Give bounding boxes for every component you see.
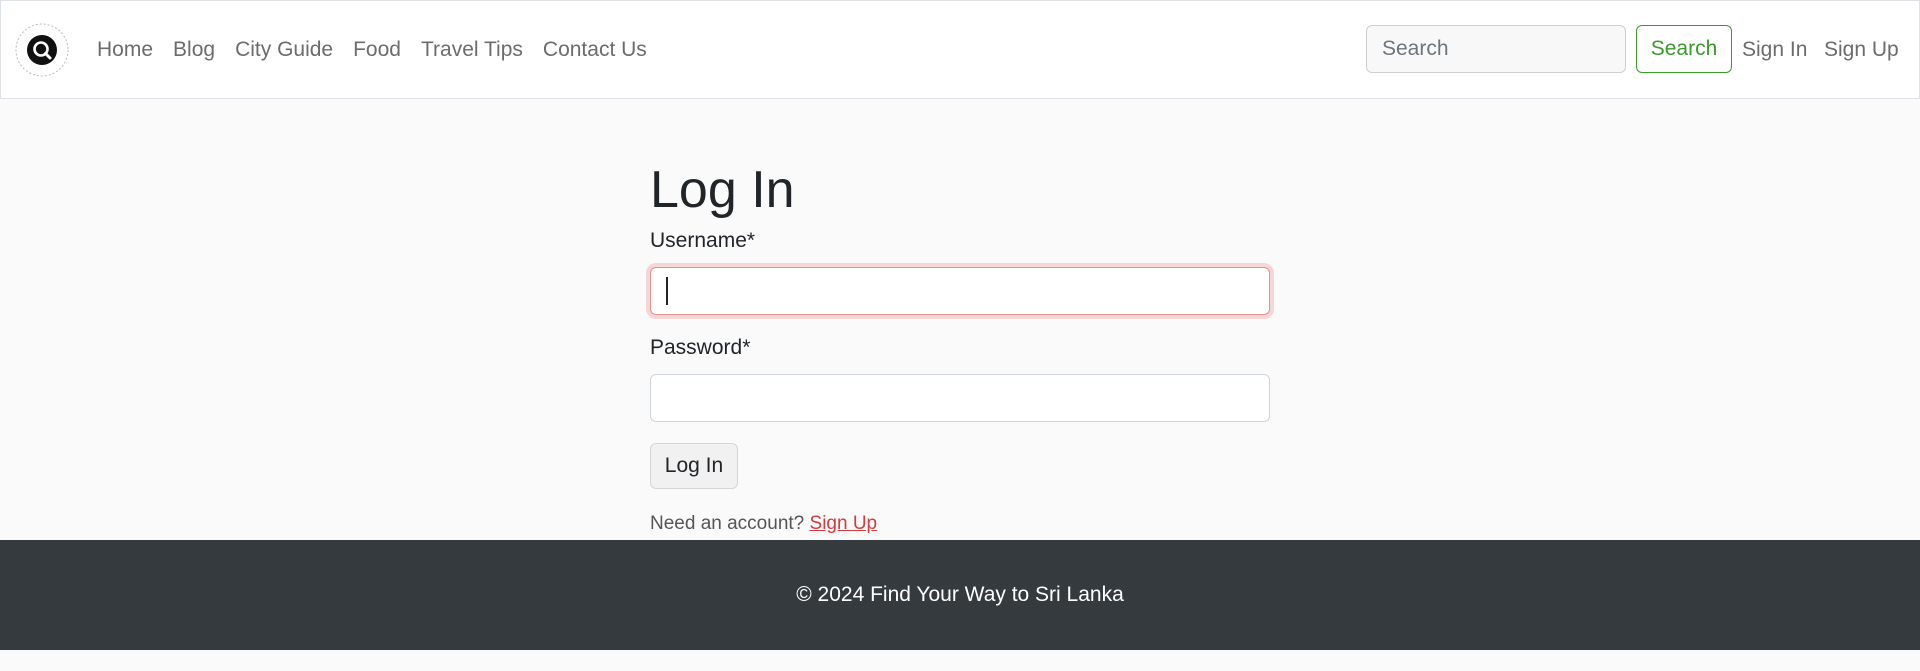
nav-link-contact-us[interactable]: Contact Us bbox=[533, 1, 657, 98]
text-cursor bbox=[666, 277, 668, 305]
footer-copyright: © 2024 Find Your Way to Sri Lanka bbox=[796, 583, 1124, 606]
account-prompt: Need an account? Sign Up bbox=[650, 513, 877, 535]
nav-link-food[interactable]: Food bbox=[343, 1, 411, 98]
username-field[interactable] bbox=[650, 267, 1270, 315]
site-logo[interactable] bbox=[15, 23, 69, 77]
primary-nav: Home Blog City Guide Food Travel Tips Co… bbox=[87, 1, 657, 98]
password-field[interactable] bbox=[650, 374, 1270, 422]
username-label: Username* bbox=[650, 229, 756, 252]
nav-link-blog[interactable]: Blog bbox=[163, 1, 225, 98]
account-prompt-text: Need an account? bbox=[650, 513, 805, 534]
footer: © 2024 Find Your Way to Sri Lanka bbox=[0, 540, 1920, 650]
sign-in-link[interactable]: Sign In bbox=[1742, 1, 1807, 98]
find-your-way-logo-icon bbox=[15, 23, 69, 77]
nav-link-home[interactable]: Home bbox=[87, 1, 163, 98]
password-label: Password* bbox=[650, 336, 751, 359]
search-input[interactable] bbox=[1366, 25, 1626, 73]
page-title: Log In bbox=[650, 161, 795, 219]
nav-link-city-guide[interactable]: City Guide bbox=[225, 1, 343, 98]
top-navbar: Home Blog City Guide Food Travel Tips Co… bbox=[0, 0, 1920, 99]
username-field-wrapper bbox=[650, 267, 1270, 315]
log-in-button[interactable]: Log In bbox=[650, 443, 738, 489]
sign-up-link[interactable]: Sign Up bbox=[1824, 1, 1899, 98]
search-button[interactable]: Search bbox=[1636, 25, 1732, 73]
sign-up-link-inline[interactable]: Sign Up bbox=[810, 513, 878, 534]
nav-link-travel-tips[interactable]: Travel Tips bbox=[411, 1, 533, 98]
